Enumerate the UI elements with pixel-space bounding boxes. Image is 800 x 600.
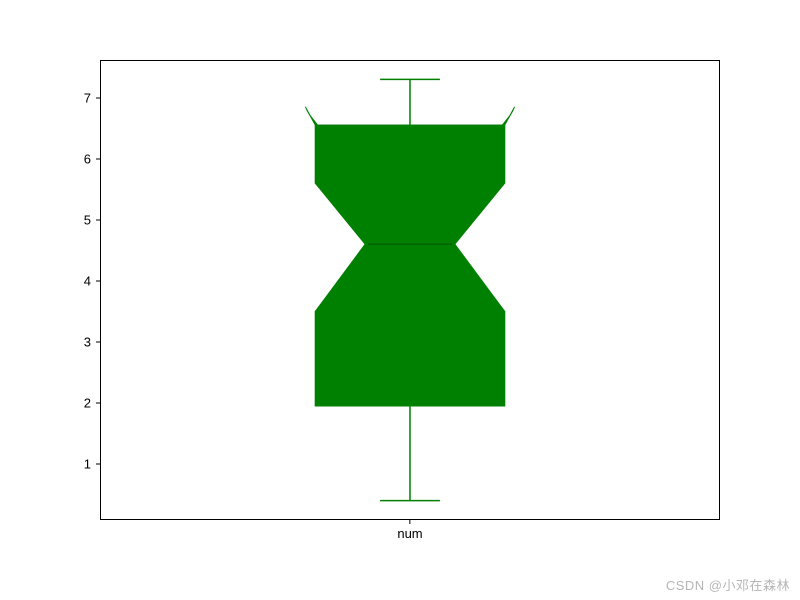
axes-frame: 1 2 3 4 5 6 7 num <box>100 60 720 520</box>
boxplot <box>101 61 719 519</box>
watermark-text: CSDN @小邓在森林 <box>666 575 790 594</box>
notch-wing-left <box>305 109 318 125</box>
x-tick-label: num <box>397 526 422 541</box>
tick-mark <box>409 519 410 524</box>
y-tick-label: 6 <box>84 151 93 166</box>
y-tick-label: 1 <box>84 457 93 472</box>
x-tick: num <box>397 519 422 541</box>
y-tick-label: 2 <box>84 395 93 410</box>
y-tick: 6 <box>84 151 101 166</box>
y-tick-label: 4 <box>84 273 93 288</box>
box-notched <box>315 125 504 406</box>
y-tick: 2 <box>84 395 101 410</box>
y-tick: 3 <box>84 334 101 349</box>
y-tick: 7 <box>84 90 101 105</box>
plot-container: 1 2 3 4 5 6 7 num <box>0 0 800 600</box>
y-tick-label: 5 <box>84 212 93 227</box>
y-tick-label: 7 <box>84 90 93 105</box>
y-tick-label: 3 <box>84 334 93 349</box>
y-tick: 5 <box>84 212 101 227</box>
y-tick: 4 <box>84 273 101 288</box>
y-tick: 1 <box>84 457 101 472</box>
